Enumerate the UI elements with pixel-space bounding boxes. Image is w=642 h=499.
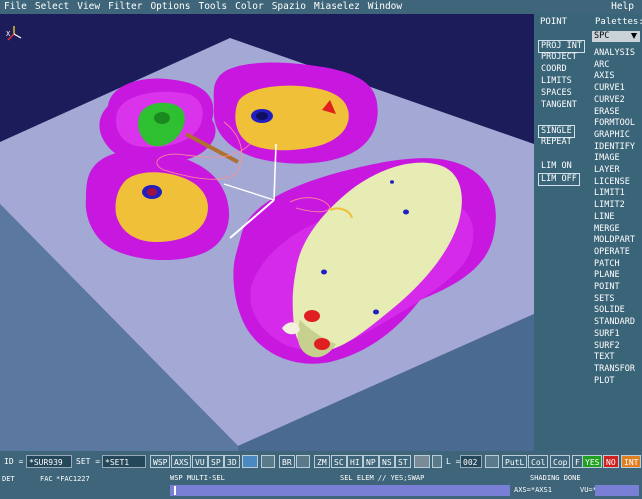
l-field[interactable]: 002 (460, 455, 482, 468)
cylinder-icon[interactable] (414, 455, 430, 468)
palette-item-text[interactable]: TEXT (592, 352, 616, 363)
tangent-button[interactable]: TANGENT (539, 100, 579, 111)
palette-item-patch[interactable]: PATCH (592, 259, 622, 270)
axs-status: AXS=*AXS1 (514, 486, 552, 494)
putl-button[interactable]: PutL (502, 455, 528, 468)
lim-off-button[interactable]: LIM OFF (538, 173, 580, 186)
palette-item-limit1[interactable]: LIMIT1 (592, 188, 627, 199)
vu-button[interactable]: VU (192, 455, 208, 468)
set-label: SET = (76, 457, 101, 466)
menu-filter[interactable]: Filter (104, 0, 146, 14)
palette-item-plane[interactable]: PLANE (592, 270, 622, 281)
3d-button[interactable]: 3D (224, 455, 240, 468)
coord-button[interactable]: COORD (539, 64, 569, 75)
id-field[interactable]: *SUR939 (26, 455, 72, 468)
palette-item-identify[interactable]: IDENTIFY (592, 142, 637, 153)
palette-item-sets[interactable]: SETS (592, 294, 616, 305)
vu-indicator (595, 485, 639, 496)
br-button[interactable]: BR (279, 455, 295, 468)
point-menu-title: POINT (540, 17, 568, 27)
menu-view[interactable]: View (73, 0, 104, 14)
menu-bar: File Select View Filter Options Tools Co… (0, 0, 642, 14)
command-input-line[interactable] (170, 485, 510, 496)
cop-button[interactable]: Cop (550, 455, 571, 468)
yes-button[interactable]: YES (582, 455, 603, 468)
palette-item-formtool[interactable]: FORMTOOL (592, 118, 637, 129)
palette-item-moldpart[interactable]: MOLDPART (592, 235, 637, 246)
palette-item-line[interactable]: LINE (592, 212, 616, 223)
np-button[interactable]: NP (363, 455, 379, 468)
wsp-button[interactable]: WSP (150, 455, 171, 468)
hi-button[interactable]: HI (347, 455, 363, 468)
palette-item-transfor[interactable]: TRANSFOR (592, 364, 637, 375)
palette-item-curve1[interactable]: CURVE1 (592, 83, 627, 94)
menu-miaselez[interactable]: Miaselez (310, 0, 364, 14)
int-button[interactable]: INT (621, 455, 642, 468)
palette-item-solide[interactable]: SOLIDE (592, 305, 627, 316)
set-field[interactable]: *SET1 (102, 455, 146, 468)
menu-file[interactable]: File (0, 0, 31, 14)
3d-viewport[interactable]: X (0, 14, 534, 451)
palette-item-erase[interactable]: ERASE (592, 107, 622, 118)
axis-triad-icon: X (6, 26, 22, 41)
palette-item-image[interactable]: IMAGE (592, 153, 622, 164)
point-menu: POINT PROJ INT PROJECT COORD LIMITS SPAC… (534, 14, 588, 451)
model-render: X (0, 26, 534, 451)
det-label: DET (2, 475, 15, 483)
fac-label: FAC (40, 475, 53, 483)
menu-spazio[interactable]: Spazio (268, 0, 310, 14)
right-panel: POINT PROJ INT PROJECT COORD LIMITS SPAC… (534, 14, 642, 451)
project-button[interactable]: PROJECT (539, 52, 579, 63)
palette-select[interactable]: SPC (592, 31, 640, 42)
zm-button[interactable]: ZM (314, 455, 330, 468)
palette-item-curve2[interactable]: CURVE2 (592, 95, 627, 106)
palette-item-graphic[interactable]: GRAPHIC (592, 130, 632, 141)
col-button[interactable]: Col (528, 455, 549, 468)
palette-item-axis[interactable]: AXIS (592, 71, 616, 82)
palettes-title: Palettes: (595, 17, 642, 27)
repeat-button[interactable]: REPEAT (539, 137, 574, 148)
menu-help[interactable]: Help (607, 0, 638, 14)
limits-button[interactable]: LIMITS (539, 76, 574, 87)
palette-item-point[interactable]: POINT (592, 282, 622, 293)
no-button[interactable]: NO (603, 455, 619, 468)
sc-button[interactable]: SC (331, 455, 347, 468)
axs-button[interactable]: AXS (171, 455, 192, 468)
st-button[interactable]: ST (395, 455, 411, 468)
spaces-button[interactable]: SPACES (539, 88, 574, 99)
menu-select[interactable]: Select (31, 0, 73, 14)
sp-button[interactable]: SP (208, 455, 224, 468)
ns-button[interactable]: NS (379, 455, 395, 468)
menu-options[interactable]: Options (146, 0, 194, 14)
palette-item-license[interactable]: LICENSE (592, 177, 632, 188)
palette-item-limit2[interactable]: LIMIT2 (592, 200, 627, 211)
palette-item-surf1[interactable]: SURF1 (592, 329, 622, 340)
id-label: ID = (4, 457, 24, 466)
palette-item-surf2[interactable]: SURF2 (592, 341, 622, 352)
view-cube-icon[interactable] (242, 455, 258, 468)
palette-item-plot[interactable]: PLOT (592, 376, 616, 387)
grid-icon[interactable] (261, 455, 275, 468)
palette-item-standard[interactable]: STANDARD (592, 317, 637, 328)
fac-value: *FAC1227 (56, 475, 90, 483)
palette-item-arc[interactable]: ARC (592, 60, 611, 71)
menu-window[interactable]: Window (364, 0, 406, 14)
sel-elem-status: SEL ELEM // YES;SWAP (340, 474, 425, 482)
palettes-menu: Palettes: SPC ANALYSIS ARC AXIS CURVE1 CURVE… (589, 14, 642, 451)
lim-on-button[interactable]: LIM ON (539, 161, 574, 172)
command-bar: ID = *SUR939 SET = *SET1 WSP AXS VU SP 3… (0, 451, 642, 473)
wsp-status: WSP MULTI-SEL (170, 474, 225, 482)
shading-status: SHADING DONE (530, 474, 581, 482)
text-cursor (174, 486, 176, 495)
menu-color[interactable]: Color (231, 0, 268, 14)
small-tool-icon[interactable] (432, 455, 442, 468)
palette-item-operate[interactable]: OPERATE (592, 247, 632, 258)
layer-icon[interactable] (485, 455, 499, 468)
palette-item-layer[interactable]: LAYER (592, 165, 622, 176)
palette-item-merge[interactable]: MERGE (592, 224, 622, 235)
palette-item-analysis[interactable]: ANALYSIS (592, 48, 637, 59)
frame-icon[interactable] (296, 455, 310, 468)
menu-tools[interactable]: Tools (194, 0, 231, 14)
